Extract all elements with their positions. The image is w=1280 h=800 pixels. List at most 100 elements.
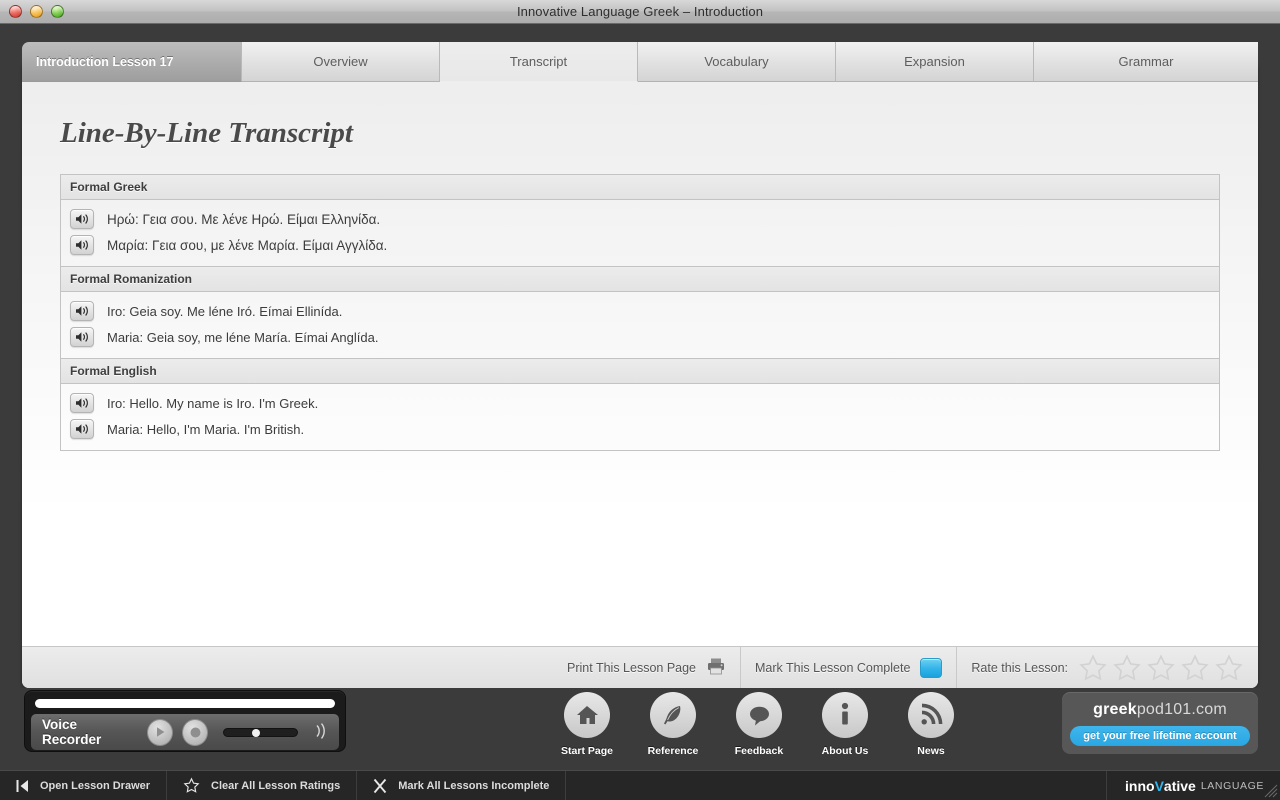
mark-all-lessons-incomplete-button[interactable]: Mark All Lessons Incomplete — [357, 771, 567, 800]
rate-lesson-label: Rate this Lesson: — [971, 660, 1068, 675]
transcript-scroll-area: Line-By-Line Transcript Formal Greek Ηρώ… — [22, 62, 1258, 646]
volume-slider[interactable] — [223, 727, 298, 737]
section-body-formal-greek: Ηρώ: Γεια σου. Με λένε Ηρώ. Είμαι Ελληνί… — [61, 200, 1219, 267]
transcript-line-text: Iro: Hello. My name is Iro. I'm Greek. — [107, 395, 319, 411]
resize-grip[interactable] — [1264, 784, 1278, 798]
logo-part1: inno — [1125, 777, 1155, 794]
nav-reference[interactable]: Reference — [642, 692, 704, 757]
lesson-actions-bar: Print This Lesson Page Mark This Lesson … — [22, 646, 1258, 688]
home-icon — [564, 692, 610, 738]
nav-feedback[interactable]: Feedback — [728, 692, 790, 757]
app-window: Innovative Language Greek – Introduction… — [0, 0, 1280, 800]
promo-banner[interactable]: greekpod101.com get your free lifetime a… — [1062, 692, 1258, 754]
star-outline-icon — [183, 777, 200, 794]
transcript-line: Μαρία: Γεια σου, με λένε Μαρία. Είμαι Αγ… — [61, 232, 1219, 258]
transcript-table: Formal Greek Ηρώ: Γεια σου. Με λένε Ηρώ.… — [60, 174, 1220, 451]
promo-brand: greekpod101.com — [1093, 701, 1227, 719]
logo-vee: V — [1154, 777, 1164, 794]
nav-news[interactable]: News — [900, 692, 962, 757]
rate-lesson-group: Rate this Lesson: — [956, 647, 1258, 688]
info-icon — [822, 692, 868, 738]
nav-label: Feedback — [734, 745, 784, 757]
mark-complete-label: Mark This Lesson Complete — [755, 660, 911, 675]
voice-recorder-widget: Voice Recorder — [24, 690, 346, 752]
status-item-label: Mark All Lessons Incomplete — [398, 779, 550, 792]
logo-suffix: LANGUAGE — [1200, 779, 1264, 792]
speaker-icon[interactable] — [70, 327, 94, 347]
speaker-icon[interactable] — [70, 419, 94, 439]
nav-label: Start Page — [561, 745, 613, 757]
speech-bubble-icon — [736, 692, 782, 738]
transcript-line: Ηρώ: Γεια σου. Με λένε Ηρώ. Είμαι Ελληνί… — [61, 206, 1219, 232]
speaker-icon[interactable] — [70, 209, 94, 229]
section-body-formal-english: Iro: Hello. My name is Iro. I'm Greek. M… — [61, 384, 1219, 451]
logo-part2: ative — [1163, 777, 1196, 794]
status-bar-spacer — [566, 771, 1108, 800]
mark-lesson-complete-button[interactable]: Mark This Lesson Complete — [740, 647, 956, 688]
speaker-wave-icon — [314, 722, 328, 743]
record-icon[interactable] — [182, 718, 209, 746]
speaker-icon[interactable] — [70, 301, 94, 321]
tab-bar: Introduction Lesson 17 Overview Transcri… — [22, 42, 1258, 82]
open-lesson-drawer-button[interactable]: Open Lesson Drawer — [0, 771, 168, 800]
nav-label: About Us — [821, 745, 869, 757]
section-header-formal-greek: Formal Greek — [61, 175, 1219, 200]
promo-signup-button[interactable]: get your free lifetime account — [1070, 725, 1250, 746]
feather-icon — [650, 692, 696, 738]
volume-slider-knob[interactable] — [252, 728, 261, 737]
content-panel: Line-By-Line Transcript Formal Greek Ηρώ… — [22, 62, 1258, 688]
mark-complete-checkbox[interactable] — [920, 657, 943, 678]
nav-start-page[interactable]: Start Page — [556, 692, 618, 757]
rating-star-4[interactable] — [1180, 653, 1210, 683]
tab-vocabulary[interactable]: Vocabulary — [638, 42, 836, 82]
title-bar: Innovative Language Greek – Introduction — [0, 0, 1280, 24]
recorder-progress-track[interactable] — [35, 699, 335, 708]
printer-icon — [706, 657, 726, 678]
status-item-label: Open Lesson Drawer — [40, 779, 151, 792]
transcript-line-text: Iro: Geia soy. Me léne Iró. Eímai Elliní… — [107, 303, 343, 319]
transcript-line-text: Maria: Hello, I'm Maria. I'm British. — [107, 421, 305, 437]
drawer-open-icon — [16, 779, 29, 793]
play-icon[interactable] — [147, 718, 174, 746]
transcript-line-text: Ηρώ: Γεια σου. Με λένε Ηρώ. Είμαι Ελληνί… — [107, 211, 381, 227]
nav-label: Reference — [647, 745, 699, 757]
nav-label: News — [917, 745, 945, 757]
innovative-language-logo: inno Vative LANGUAGE — [1107, 771, 1280, 800]
rss-icon — [908, 692, 954, 738]
app-body: Introduction Lesson 17 Overview Transcri… — [0, 24, 1280, 800]
tab-transcript[interactable]: Transcript — [440, 42, 638, 82]
x-mark-icon — [373, 778, 387, 794]
rating-star-2[interactable] — [1112, 653, 1142, 683]
transcript-line-text: Μαρία: Γεια σου, με λένε Μαρία. Είμαι Αγ… — [107, 237, 388, 253]
clear-all-lesson-ratings-button[interactable]: Clear All Lesson Ratings — [167, 771, 358, 800]
window-title: Innovative Language Greek – Introduction — [516, 4, 764, 19]
status-bar: Open Lesson Drawer Clear All Lesson Rati… — [0, 770, 1280, 800]
promo-brand-bold: greek — [1093, 700, 1137, 718]
tab-expansion[interactable]: Expansion — [836, 42, 1034, 82]
speaker-icon[interactable] — [70, 235, 94, 255]
transcript-line: Iro: Hello. My name is Iro. I'm Greek. — [61, 390, 1219, 416]
section-header-formal-english: Formal English — [61, 359, 1219, 384]
rating-star-5[interactable] — [1214, 653, 1244, 683]
tab-lesson-title[interactable]: Introduction Lesson 17 — [22, 42, 242, 82]
tab-grammar[interactable]: Grammar — [1034, 42, 1258, 82]
speaker-icon[interactable] — [70, 393, 94, 413]
rating-stars — [1078, 653, 1244, 683]
tab-overview[interactable]: Overview — [242, 42, 440, 82]
rating-star-3[interactable] — [1146, 653, 1176, 683]
nav-about-us[interactable]: About Us — [814, 692, 876, 757]
print-lesson-label: Print This Lesson Page — [567, 660, 697, 675]
section-header-formal-romanization: Formal Romanization — [61, 267, 1219, 292]
rating-star-1[interactable] — [1078, 653, 1108, 683]
status-item-label: Clear All Lesson Ratings — [211, 779, 341, 792]
voice-recorder-label: Voice Recorder — [42, 717, 102, 747]
recorder-controls: Voice Recorder — [31, 714, 339, 750]
section-body-formal-romanization: Iro: Geia soy. Me léne Iró. Eímai Elliní… — [61, 292, 1219, 359]
transcript-line: Maria: Hello, I'm Maria. I'm British. — [61, 416, 1219, 442]
promo-brand-rest: pod101.com — [1136, 700, 1227, 718]
transcript-line-text: Maria: Geia soy, me léne María. Eímai An… — [107, 329, 379, 345]
dock-nav: Start Page Reference Feedback About Us N… — [556, 692, 962, 757]
transcript-line: Iro: Geia soy. Me léne Iró. Eímai Elliní… — [61, 298, 1219, 324]
print-lesson-button[interactable]: Print This Lesson Page — [553, 647, 740, 688]
page-title: Line-By-Line Transcript — [60, 117, 353, 149]
